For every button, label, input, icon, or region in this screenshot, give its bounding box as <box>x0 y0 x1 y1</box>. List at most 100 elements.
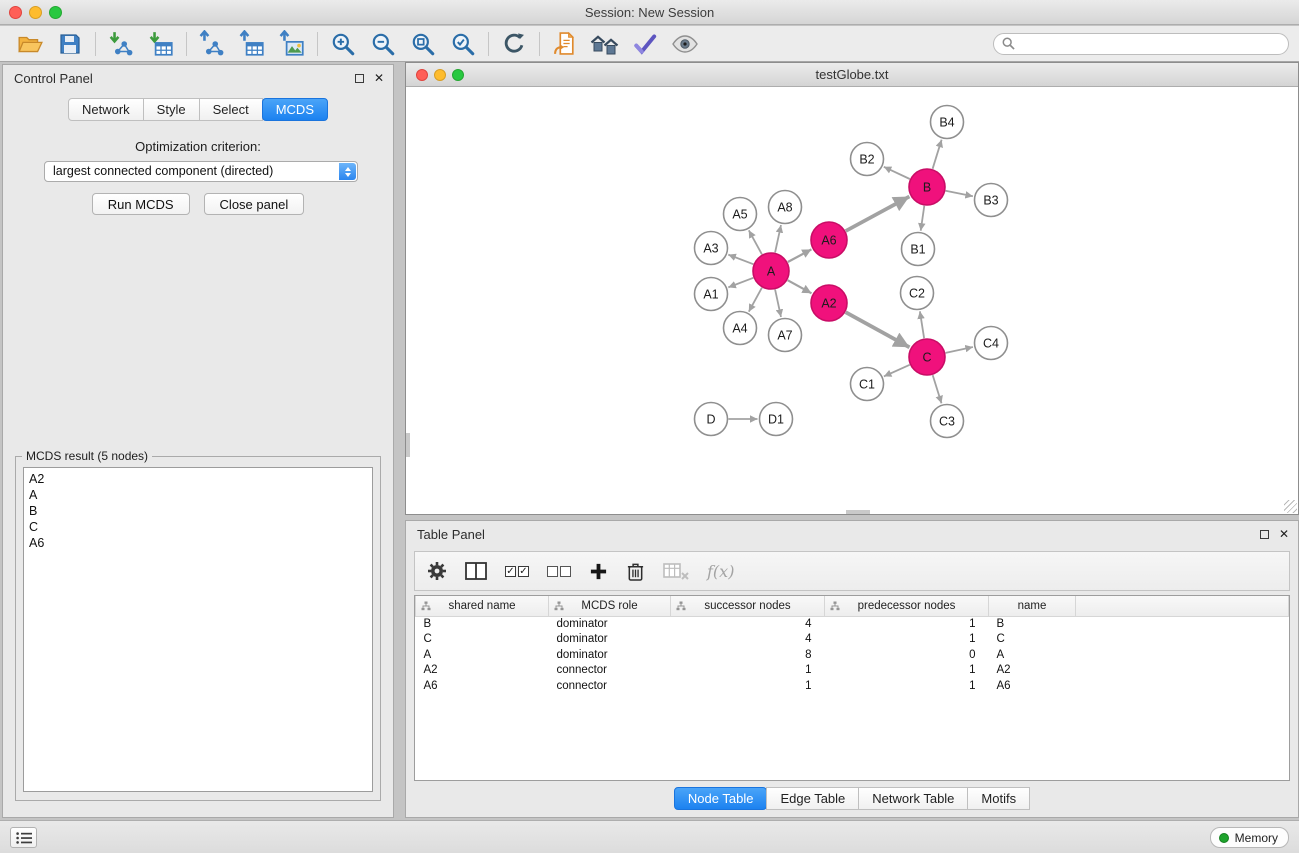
tab-node-table[interactable]: Node Table <box>674 787 768 810</box>
table-cell[interactable]: dominator <box>549 647 671 663</box>
graph-node-D1[interactable]: D1 <box>760 403 793 436</box>
graph-node-A8[interactable]: A8 <box>769 191 802 224</box>
graph-node-A[interactable]: A <box>753 253 789 289</box>
graph-node-B3[interactable]: B3 <box>975 184 1008 217</box>
graph-node-C1[interactable]: C1 <box>851 368 884 401</box>
network-minimize-icon[interactable] <box>434 69 446 81</box>
table-row[interactable]: Cdominator41C <box>416 632 1289 648</box>
table-cell[interactable]: B <box>416 616 549 632</box>
annotation-check-button[interactable] <box>625 28 665 60</box>
export-table-button[interactable] <box>232 28 272 60</box>
run-mcds-button[interactable]: Run MCDS <box>92 193 190 215</box>
zoom-in-button[interactable] <box>323 28 363 60</box>
export-image-button[interactable] <box>272 28 312 60</box>
table-cell[interactable]: dominator <box>549 616 671 632</box>
column-header-mcds-role[interactable]: MCDS role <box>549 596 671 616</box>
table-cell[interactable]: A2 <box>989 663 1076 679</box>
open-session-button[interactable] <box>10 28 50 60</box>
table-cell[interactable]: B <box>989 616 1076 632</box>
table-cell[interactable]: 4 <box>671 632 825 648</box>
graph-edge-A-A7[interactable] <box>775 290 781 317</box>
table-cell[interactable]: 8 <box>671 647 825 663</box>
mcds-result-item[interactable]: A2 <box>29 471 367 487</box>
import-network-button[interactable] <box>101 28 141 60</box>
network-close-icon[interactable] <box>416 69 428 81</box>
table-cell[interactable]: A6 <box>416 678 549 694</box>
table-cell[interactable]: C <box>416 632 549 648</box>
float-table-panel-icon[interactable] <box>1260 530 1269 539</box>
table-cell[interactable]: 1 <box>671 678 825 694</box>
tab-network[interactable]: Network <box>68 98 144 121</box>
graph-edge-A-A6[interactable] <box>788 249 812 262</box>
column-header-name[interactable]: name <box>989 596 1076 616</box>
vertical-scrollbar[interactable] <box>406 433 410 457</box>
graph-edge-A-A5[interactable] <box>749 230 762 254</box>
graph-edge-C-C4[interactable] <box>946 347 973 353</box>
close-panel-button[interactable]: Close panel <box>204 193 305 215</box>
table-cell[interactable]: connector <box>549 663 671 679</box>
table-row[interactable]: A2connector11A2 <box>416 663 1289 679</box>
graph-edge-B-B4[interactable] <box>933 140 942 169</box>
tab-edge-table[interactable]: Edge Table <box>766 787 859 810</box>
deselect-all-button[interactable] <box>547 566 571 577</box>
table-cell[interactable]: C <box>989 632 1076 648</box>
horizontal-scrollbar[interactable] <box>846 510 870 514</box>
task-history-button[interactable] <box>10 827 37 848</box>
mcds-result-item[interactable]: B <box>29 503 367 519</box>
column-header-predecessor-nodes[interactable]: predecessor nodes <box>825 596 989 616</box>
mcds-result-item[interactable]: A <box>29 487 367 503</box>
graph-edge-A-A2[interactable] <box>788 280 812 293</box>
export-network-button[interactable] <box>192 28 232 60</box>
graph-edge-C-C3[interactable] <box>933 375 942 403</box>
memory-button[interactable]: Memory <box>1210 827 1289 848</box>
graph-node-A6[interactable]: A6 <box>811 222 847 258</box>
table-cell[interactable]: 4 <box>671 616 825 632</box>
tab-mcds[interactable]: MCDS <box>262 98 328 121</box>
column-header-successor-nodes[interactable]: successor nodes <box>671 596 825 616</box>
import-table-button[interactable] <box>141 28 181 60</box>
graph-node-C2[interactable]: C2 <box>901 277 934 310</box>
criterion-dropdown[interactable]: largest connected component (directed) <box>44 161 358 182</box>
graph-edge-B-B1[interactable] <box>921 206 925 231</box>
graph-node-C4[interactable]: C4 <box>975 327 1008 360</box>
select-all-button[interactable]: ✓ ✓ <box>505 566 529 577</box>
graph-edge-C-C1[interactable] <box>884 365 910 377</box>
show-columns-button[interactable] <box>465 561 487 581</box>
mcds-result-item[interactable]: C <box>29 519 367 535</box>
graph-node-A2[interactable]: A2 <box>811 285 847 321</box>
graph-edge-B-B2[interactable] <box>884 167 910 179</box>
graph-edge-A6-B[interactable] <box>846 197 910 232</box>
graph-node-C[interactable]: C <box>909 339 945 375</box>
table-cell[interactable]: A6 <box>989 678 1076 694</box>
network-canvas[interactable]: B4B2BB3B1A5A8A6A3AA1A2C2A4A7C4CC1C3DD1 <box>406 88 1298 514</box>
show-graphics-details-button[interactable] <box>665 28 705 60</box>
search-input[interactable] <box>1020 37 1280 51</box>
table-cell[interactable]: 0 <box>825 647 989 663</box>
zoom-selected-button[interactable] <box>443 28 483 60</box>
close-panel-icon[interactable]: ✕ <box>374 72 384 84</box>
table-cell[interactable]: 1 <box>825 632 989 648</box>
table-settings-button[interactable] <box>427 561 447 581</box>
save-session-button[interactable] <box>50 28 90 60</box>
table-cell[interactable]: 1 <box>825 663 989 679</box>
float-panel-icon[interactable] <box>355 74 364 83</box>
table-row[interactable]: A6connector11A6 <box>416 678 1289 694</box>
network-window-titlebar[interactable]: testGlobe.txt <box>406 63 1298 87</box>
graph-edge-A-A4[interactable] <box>749 288 762 312</box>
graph-svg[interactable]: B4B2BB3B1A5A8A6A3AA1A2C2A4A7C4CC1C3DD1 <box>406 88 1298 514</box>
network-zoom-icon[interactable] <box>452 69 464 81</box>
table-cell[interactable]: A2 <box>416 663 549 679</box>
tab-select[interactable]: Select <box>199 98 263 121</box>
graph-node-A7[interactable]: A7 <box>769 319 802 352</box>
apply-layout-button[interactable] <box>494 28 534 60</box>
mcds-result-list[interactable]: A2ABCA6 <box>23 467 373 792</box>
graph-node-A4[interactable]: A4 <box>724 312 757 345</box>
delete-column-button[interactable] <box>626 561 645 582</box>
zoom-window-icon[interactable] <box>49 6 62 19</box>
tab-style[interactable]: Style <box>143 98 200 121</box>
close-window-icon[interactable] <box>9 6 22 19</box>
close-table-panel-icon[interactable]: ✕ <box>1279 528 1289 540</box>
table-row[interactable]: Adominator80A <box>416 647 1289 663</box>
zoom-out-button[interactable] <box>363 28 403 60</box>
graph-node-B1[interactable]: B1 <box>902 233 935 266</box>
